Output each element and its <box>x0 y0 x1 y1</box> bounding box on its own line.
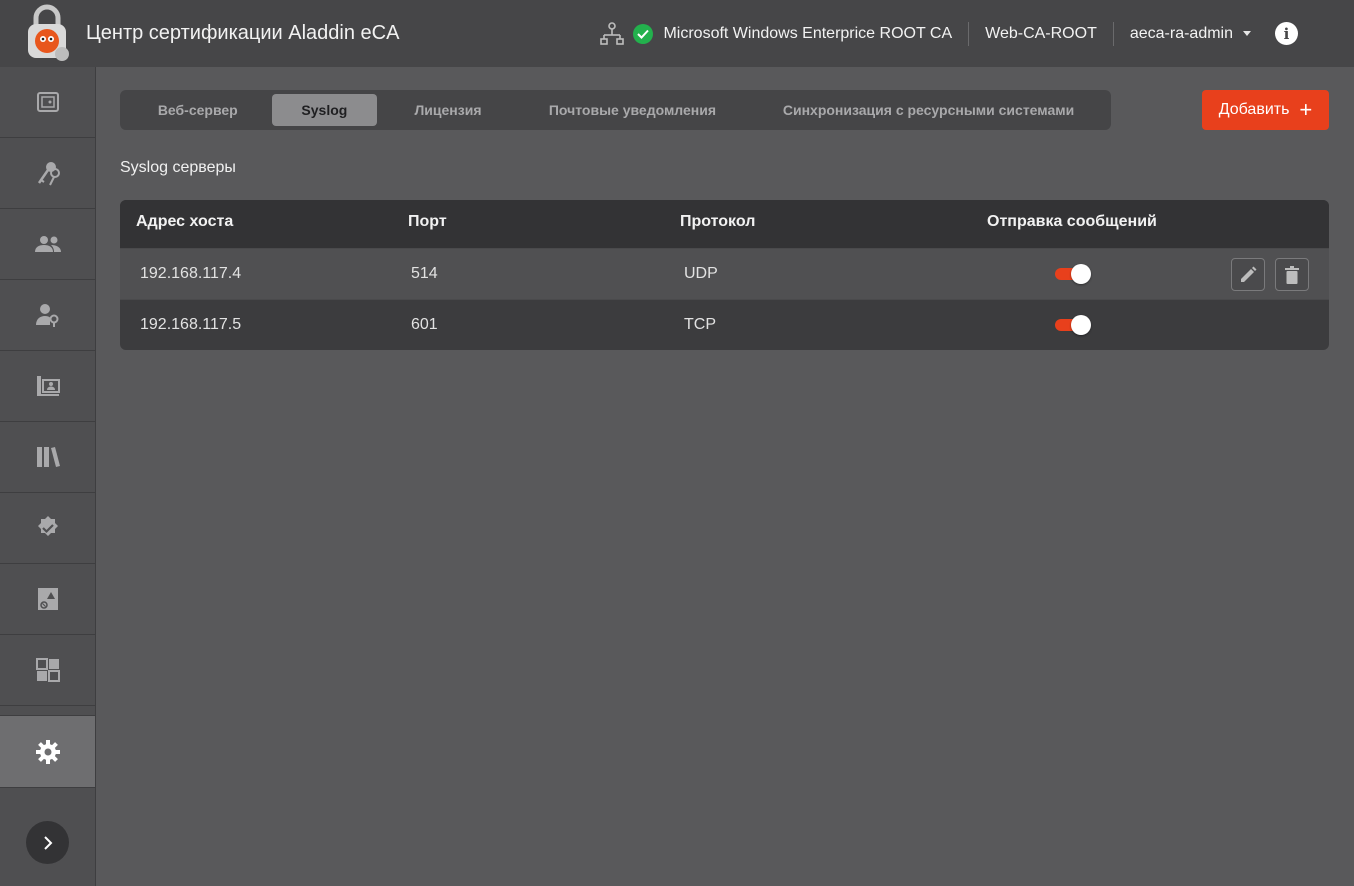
add-button[interactable]: Добавить + <box>1202 90 1329 130</box>
users-icon <box>34 236 61 252</box>
settings-tabs: Веб-сервер Syslog Лицензия Почтовые увед… <box>120 90 1111 130</box>
templates-icon <box>35 658 60 682</box>
settings-icon <box>35 739 60 764</box>
app-title: Центр сертификации Aladdin eCA <box>86 22 400 44</box>
sidebar-item-settings[interactable] <box>0 716 95 788</box>
sidebar-item-verified[interactable] <box>0 493 95 564</box>
sending-toggle[interactable] <box>1055 264 1091 284</box>
info-icon[interactable]: i <box>1275 22 1298 45</box>
table-row[interactable]: 192.168.117.4 514 UDP <box>120 248 1329 299</box>
delete-button[interactable] <box>1275 258 1309 291</box>
sidebar-item-library[interactable] <box>0 422 95 493</box>
header-divider <box>968 21 970 46</box>
sidebar-item-certificate-warnings[interactable] <box>0 564 95 635</box>
chevron-right-icon <box>43 835 52 850</box>
verified-icon <box>37 516 58 536</box>
edit-button[interactable] <box>1231 258 1265 291</box>
host-address: 192.168.117.4 <box>140 265 242 282</box>
protocol: UDP <box>684 265 718 282</box>
certificate-user-icon <box>36 376 60 396</box>
edit-icon <box>1241 266 1257 282</box>
sidebar-item-users[interactable] <box>0 209 95 280</box>
plus-icon: + <box>1299 97 1313 122</box>
aladdin-logo <box>22 4 72 64</box>
tab-syslog[interactable]: Syslog <box>271 94 378 126</box>
header-divider <box>1112 21 1114 46</box>
column-header-protocol[interactable]: Протокол <box>680 213 755 231</box>
status-ok-icon <box>633 23 654 44</box>
sidebar-item-certificate-users[interactable] <box>0 351 95 422</box>
app-header: Центр сертификации Aladdin eCA Microsoft… <box>0 0 1354 67</box>
sidebar-expand-button[interactable] <box>26 821 69 864</box>
tab-mail-notifications[interactable]: Почтовые уведомления <box>519 94 746 126</box>
sidebar-item-dashboard[interactable] <box>0 67 95 138</box>
sidebar-item-user-keys[interactable] <box>0 280 95 351</box>
keys-icon <box>37 162 60 186</box>
syslog-servers-table: Адрес хоста Порт Протокол Отправка сообщ… <box>120 200 1329 350</box>
library-icon <box>36 447 60 467</box>
section-title: Syslog серверы <box>120 159 236 176</box>
ca-server[interactable]: Web-CA-ROOT <box>985 25 1097 43</box>
sidebar-item-keys[interactable] <box>0 138 95 209</box>
add-button-label: Добавить <box>1218 101 1290 118</box>
column-header-host[interactable]: Адрес хоста <box>136 213 233 231</box>
sidebar-divider <box>0 706 95 716</box>
protocol: TCP <box>684 316 716 333</box>
tab-resource-sync[interactable]: Синхронизация с ресурсными системами <box>746 94 1111 126</box>
ca-name[interactable]: Microsoft Windows Enterprice ROOT CA <box>663 25 952 43</box>
dashboard-icon <box>36 92 59 112</box>
ca-hierarchy-icon <box>600 21 625 45</box>
sending-toggle[interactable] <box>1055 315 1091 335</box>
column-header-sending[interactable]: Отправка сообщений <box>987 213 1157 231</box>
tab-web-server[interactable]: Веб-сервер <box>124 94 272 126</box>
port: 601 <box>411 316 438 333</box>
port: 514 <box>411 265 438 282</box>
user-menu[interactable]: aeca-ra-admin <box>1130 25 1233 43</box>
column-header-port[interactable]: Порт <box>408 213 447 231</box>
host-address: 192.168.117.5 <box>140 316 242 333</box>
sidebar <box>0 67 96 886</box>
user-key-icon <box>35 304 58 327</box>
delete-icon <box>1285 265 1299 284</box>
table-header: Адрес хоста Порт Протокол Отправка сообщ… <box>120 200 1329 248</box>
chevron-down-icon[interactable] <box>1243 31 1251 36</box>
sidebar-item-templates[interactable] <box>0 635 95 706</box>
tab-license[interactable]: Лицензия <box>377 94 519 126</box>
toggle-knob <box>1071 315 1091 335</box>
toggle-knob <box>1071 264 1091 284</box>
table-row[interactable]: 192.168.117.5 601 TCP <box>120 299 1329 350</box>
certificate-warning-icon <box>37 588 58 610</box>
